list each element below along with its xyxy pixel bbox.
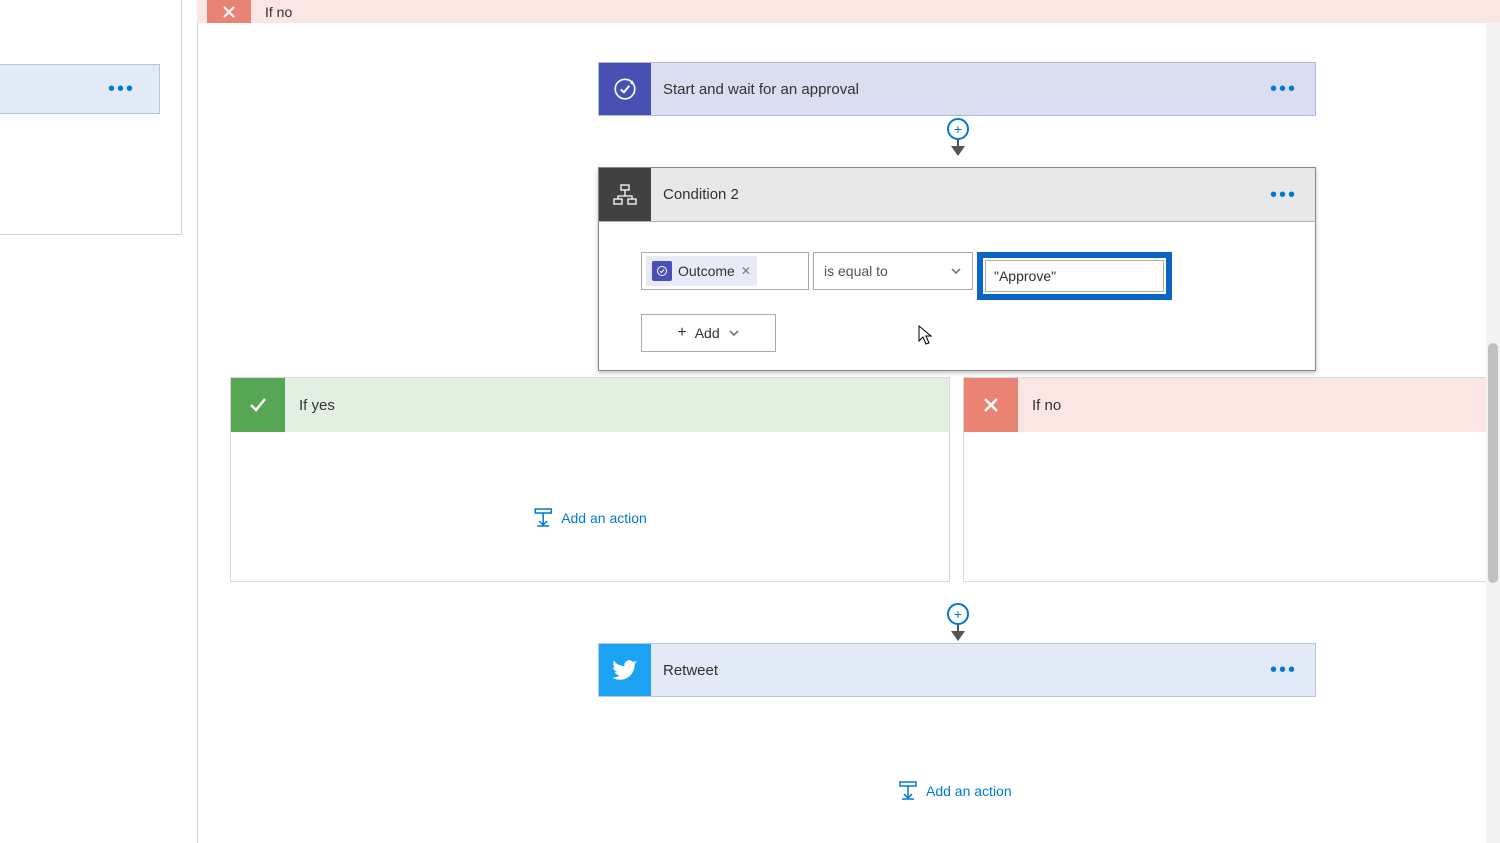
if-yes-header: If yes [231,378,949,432]
approval-more-icon[interactable]: ••• [1270,79,1315,99]
token-approval-icon [652,261,672,281]
if-no-label: If no [1018,397,1061,414]
condition-value-text: "Approve" [994,268,1056,284]
retweet-more-icon[interactable]: ••• [1270,660,1315,680]
condition-title: Condition 2 [651,186,1270,203]
if-no-label-top: If no [251,4,292,20]
if-no-branch: If no Add an action [963,377,1500,582]
condition-body: Outcome ✕ is equal to "Approve" [599,222,1315,370]
retweet-title: Retweet [651,662,1270,679]
connector-plus-1: + [944,118,972,156]
add-step-icon[interactable]: + [947,118,969,140]
if-yes-branch: If yes Add an action [230,377,950,582]
approval-icon [599,63,651,115]
add-action-icon [898,781,918,801]
check-icon [231,378,285,432]
condition-header[interactable]: Condition 2 ••• [599,168,1315,222]
condition-more-icon[interactable]: ••• [1270,185,1315,205]
condition-value-highlight: "Approve" [977,252,1172,300]
condition-icon [599,168,651,221]
outcome-token-label: Outcome [678,263,735,279]
add-action-icon [533,508,553,528]
if-yes-add-action[interactable]: Add an action [533,508,647,528]
bottom-add-action[interactable]: Add an action [898,781,1012,801]
arrow-down-icon [951,146,965,156]
approval-step[interactable]: Start and wait for an approval ••• [598,62,1316,116]
bottom-add-action-label: Add an action [926,783,1012,799]
approval-title: Start and wait for an approval [651,81,1270,98]
vertical-scrollbar[interactable] [1486,23,1500,843]
remove-token-icon[interactable]: ✕ [741,264,751,278]
left-mini-card[interactable]: ••• [0,64,160,114]
twitter-icon [599,644,651,696]
scrollbar-thumb[interactable] [1488,343,1498,583]
add-label: Add [695,325,720,341]
if-yes-label: If yes [285,397,335,414]
condition-expression-row: Outcome ✕ is equal to "Approve" [641,252,1273,300]
add-condition-button[interactable]: + Add [641,314,776,352]
close-icon [207,0,251,23]
condition-operator-select[interactable]: is equal to [813,252,973,290]
if-no-header: If no [964,378,1500,432]
add-step-icon[interactable]: + [947,603,969,625]
condition-step: Condition 2 ••• Outcome ✕ [598,167,1316,371]
close-icon [964,378,1018,432]
condition-value-input[interactable]: "Approve" [985,260,1164,292]
arrow-down-icon [951,631,965,641]
retweet-step[interactable]: Retweet ••• [598,643,1316,697]
outcome-token[interactable]: Outcome ✕ [646,256,757,286]
more-icon[interactable]: ••• [108,79,135,99]
plus-icon: + [677,325,686,341]
connector-plus-2: + [944,603,972,641]
if-yes-add-action-label: Add an action [561,510,647,526]
condition-left-operand[interactable]: Outcome ✕ [641,252,809,290]
if-no-banner-top: If no [197,0,1500,23]
flow-canvas: Start and wait for an approval ••• + [197,23,1500,843]
operator-label: is equal to [824,263,888,279]
left-partial-panel: ••• [0,0,182,235]
chevron-down-icon [950,265,962,277]
chevron-down-icon [728,327,740,339]
